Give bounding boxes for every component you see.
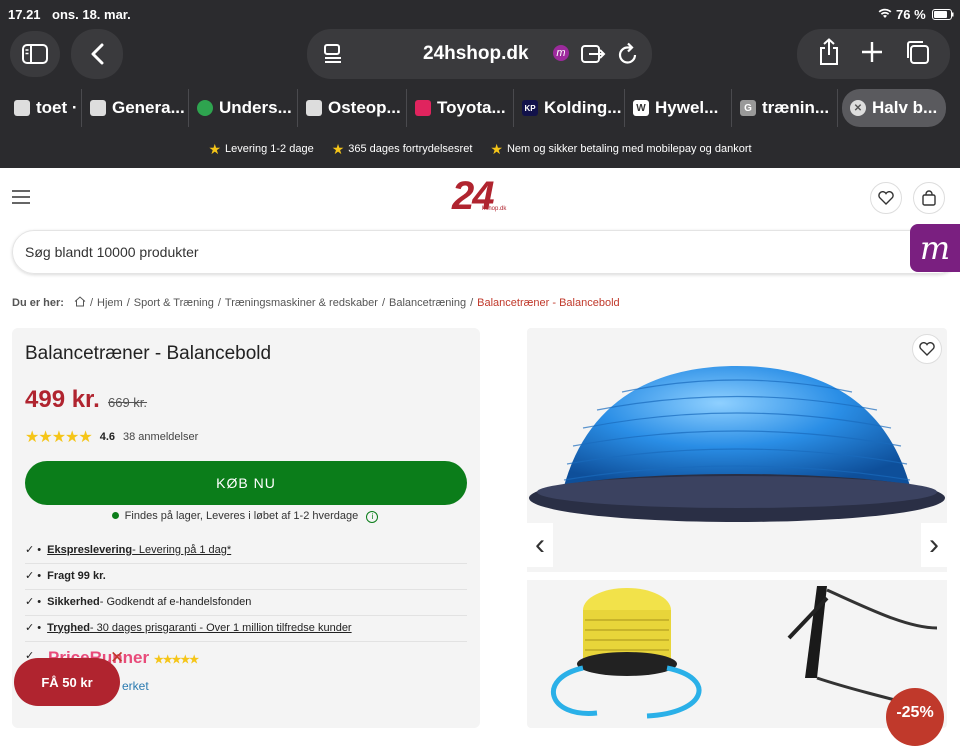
tab-5[interactable]: Toyota... bbox=[407, 89, 514, 127]
tab-favicon-icon bbox=[415, 100, 431, 116]
rating-score: 4.6 bbox=[99, 431, 116, 443]
tab-8[interactable]: Gtrænin... bbox=[732, 89, 838, 127]
tab-4[interactable]: Osteop... bbox=[298, 89, 407, 127]
rating-stars-icon: ★★★★★ bbox=[153, 654, 199, 666]
star-icon: ★ bbox=[331, 140, 345, 157]
star-icon: ★ bbox=[490, 140, 503, 157]
perk-item: ★ Levering 1-2 dage bbox=[208, 140, 314, 157]
perks-bar: ★ Levering 1-2 dage ★ 365 dages fortrydels… bbox=[0, 137, 960, 161]
product-image bbox=[527, 366, 947, 719]
discount-button[interactable]: FÅ 50 kr bbox=[14, 658, 120, 706]
check-icon: ✓ • bbox=[25, 544, 42, 556]
sidebar-toggle-icon[interactable] bbox=[10, 31, 60, 77]
star-icon: ★ bbox=[208, 140, 222, 157]
tab-favicon-icon: KP bbox=[522, 100, 538, 116]
product-rating[interactable]: ★★★★★ 4.6 38 anmeldelser bbox=[25, 427, 198, 447]
breadcrumb: Du er her: / Hjem / Sport & Træning / Træni… bbox=[12, 296, 620, 310]
stock-dot-icon bbox=[111, 512, 119, 519]
share-icon[interactable] bbox=[818, 37, 840, 71]
tabs-overview-icon[interactable] bbox=[904, 39, 930, 70]
bag-icon bbox=[922, 190, 936, 206]
tab-favicon-icon bbox=[306, 100, 322, 116]
home-icon[interactable] bbox=[74, 296, 86, 310]
product-gallery bbox=[527, 328, 947, 728]
battery-level: 76 % bbox=[896, 7, 926, 22]
reader-icon[interactable] bbox=[323, 43, 343, 70]
tab-favicon-icon: W bbox=[633, 100, 649, 116]
status-time: 17.21 bbox=[8, 7, 41, 22]
address-bar[interactable]: 24hshop.dk m bbox=[307, 29, 652, 79]
reload-icon[interactable] bbox=[617, 42, 639, 71]
share-tab-icon[interactable] bbox=[580, 43, 606, 70]
tab-1[interactable]: toet · bbox=[6, 89, 82, 127]
extension-icon[interactable]: m bbox=[553, 45, 569, 61]
extension-badge[interactable]: m bbox=[910, 224, 960, 272]
status-date: ons. 18. mar. bbox=[52, 7, 131, 22]
gallery-next-button[interactable]: › bbox=[921, 523, 947, 567]
new-tab-icon[interactable] bbox=[861, 41, 883, 68]
menu-icon[interactable] bbox=[12, 190, 30, 209]
perk-item: ★ 365 dages fortrydelsesret bbox=[331, 140, 473, 157]
chevron-left-icon bbox=[91, 43, 104, 65]
tab-6[interactable]: KP Kolding... bbox=[514, 89, 625, 127]
tab-favicon-icon bbox=[90, 100, 106, 116]
product-title: Balancetræner - Balancebold bbox=[25, 343, 272, 364]
search-input[interactable]: Søg blandt 10000 produkter bbox=[12, 230, 960, 274]
heart-icon bbox=[878, 191, 894, 205]
browser-chrome: 17.21 ons. 18. mar. 76 % 24hshop.dk m to… bbox=[0, 0, 960, 168]
product-old-price: 669 kr. bbox=[108, 395, 148, 410]
tab-7[interactable]: W Hywel... bbox=[625, 89, 732, 127]
pricerunner-link[interactable]: erket bbox=[122, 679, 149, 693]
perk-item: ★ Nem og sikker betaling med mobilepay og… bbox=[490, 140, 752, 157]
back-button[interactable] bbox=[71, 29, 123, 79]
check-icon: ✓ • bbox=[25, 622, 42, 634]
tab-favicon-icon: G bbox=[740, 100, 756, 116]
feature-row: ✓ • Fragt 99 kr. bbox=[25, 569, 467, 590]
breadcrumb-item[interactable]: Træningsmaskiner & redskaber bbox=[225, 297, 378, 309]
info-icon[interactable]: i bbox=[366, 511, 379, 523]
url-text[interactable]: 24hshop.dk bbox=[423, 43, 529, 65]
close-icon[interactable]: ✕ bbox=[850, 100, 866, 116]
feature-row: ✓ • Sikkerhed - Godkendt af e-handelsfond… bbox=[25, 595, 467, 616]
chevron-left-icon: ‹ bbox=[535, 528, 545, 561]
check-icon: ✓ • bbox=[25, 596, 42, 608]
tab-favicon-icon bbox=[197, 100, 213, 116]
feature-row: ✓ • Tryghed - 30 dages prisgaranti - Over… bbox=[25, 621, 467, 642]
buy-now-button[interactable]: KØB NU bbox=[25, 461, 467, 505]
tab-active[interactable]: ✕ Halv b... bbox=[842, 89, 946, 127]
site-logo[interactable]: 24 hshop.dk bbox=[452, 174, 508, 220]
tab-3[interactable]: Unders... bbox=[189, 89, 298, 127]
wishlist-button[interactable] bbox=[912, 334, 942, 364]
breadcrumb-item[interactable]: Balancetræning bbox=[389, 297, 466, 309]
feature-row: ✓ • Ekspreslevering - Levering på 1 dag* bbox=[25, 543, 467, 564]
tab-2[interactable]: Genera... bbox=[82, 89, 189, 127]
check-icon: ✓ • bbox=[25, 570, 42, 582]
breadcrumb-current: Balancetræner - Balancebold bbox=[477, 297, 620, 309]
rating-stars-icon: ★★★★★ bbox=[25, 429, 93, 446]
review-count: 38 anmeldelser bbox=[123, 431, 199, 443]
cart-button[interactable] bbox=[913, 182, 945, 214]
breadcrumb-item[interactable]: Sport & Træning bbox=[134, 297, 214, 309]
site-header: 24 hshop.dk bbox=[0, 168, 960, 230]
battery-icon bbox=[932, 8, 954, 23]
close-icon[interactable]: ✕ bbox=[110, 648, 124, 668]
tab-favicon-icon bbox=[14, 100, 30, 116]
stock-status: Findes på lager, Leveres i løbet af 1-2 … bbox=[0, 510, 490, 523]
breadcrumb-item[interactable]: Hjem bbox=[97, 297, 123, 309]
toolbar-right bbox=[797, 29, 950, 79]
wifi-icon bbox=[878, 7, 892, 22]
heart-icon bbox=[919, 342, 935, 356]
tab-strip: toet · Genera... Unders... Osteop... Toy… bbox=[6, 89, 954, 127]
gallery-prev-button[interactable]: ‹ bbox=[527, 523, 553, 567]
wishlist-button[interactable] bbox=[870, 182, 902, 214]
chevron-right-icon: › bbox=[929, 528, 939, 561]
sale-badge: -25% bbox=[886, 688, 944, 746]
product-price: 499 kr. bbox=[25, 386, 100, 413]
